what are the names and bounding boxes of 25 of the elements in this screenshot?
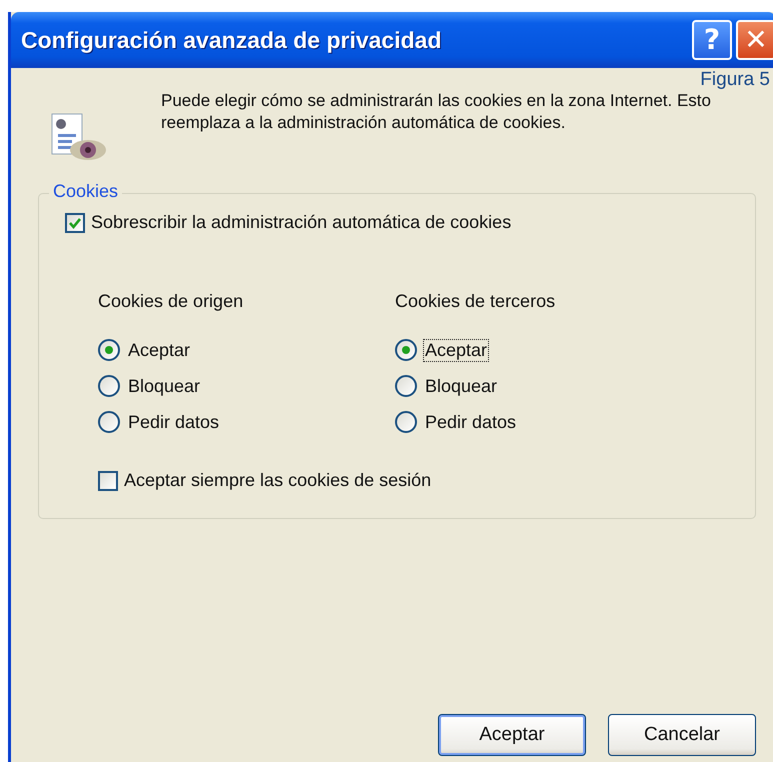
checkbox[interactable] (98, 470, 118, 490)
radio-button[interactable] (395, 411, 417, 433)
help-button[interactable]: ? (692, 20, 732, 60)
description-text: Puede elegir cómo se administrarán las cookies en la zona Internet. Esto reemplaza a la administración automática de cookies. (161, 90, 712, 134)
dialog-button[interactable]: Cancelar (608, 714, 756, 756)
radio-button[interactable] (395, 339, 417, 361)
radio-button[interactable] (395, 375, 417, 397)
window-title: Configuración avanzada de privacidad (21, 26, 442, 54)
radio-label: Aceptar (127, 338, 192, 362)
radio-label: Pedir datos (424, 410, 518, 434)
check-mark-icon (68, 216, 82, 230)
radio-label: Bloquear (424, 374, 498, 398)
radio-label: Aceptar (423, 338, 490, 362)
column-heading: Cookies de origen (98, 291, 244, 312)
radio-label: Bloquear (127, 374, 202, 398)
figure-label: Figura 5 (700, 70, 770, 90)
checkbox[interactable] (65, 212, 85, 232)
radio-button[interactable] (98, 375, 120, 397)
radio-button[interactable] (98, 411, 120, 433)
radio-button[interactable] (98, 339, 120, 361)
radio-label: Pedir datos (127, 410, 220, 434)
checkbox-label: Sobrescribir la administración automática de cookies (91, 212, 512, 233)
checkbox-label: Aceptar siempre las cookies de sesión (124, 470, 432, 491)
column-heading: Cookies de terceros (395, 291, 556, 312)
dialog-button[interactable]: Aceptar (438, 714, 586, 756)
